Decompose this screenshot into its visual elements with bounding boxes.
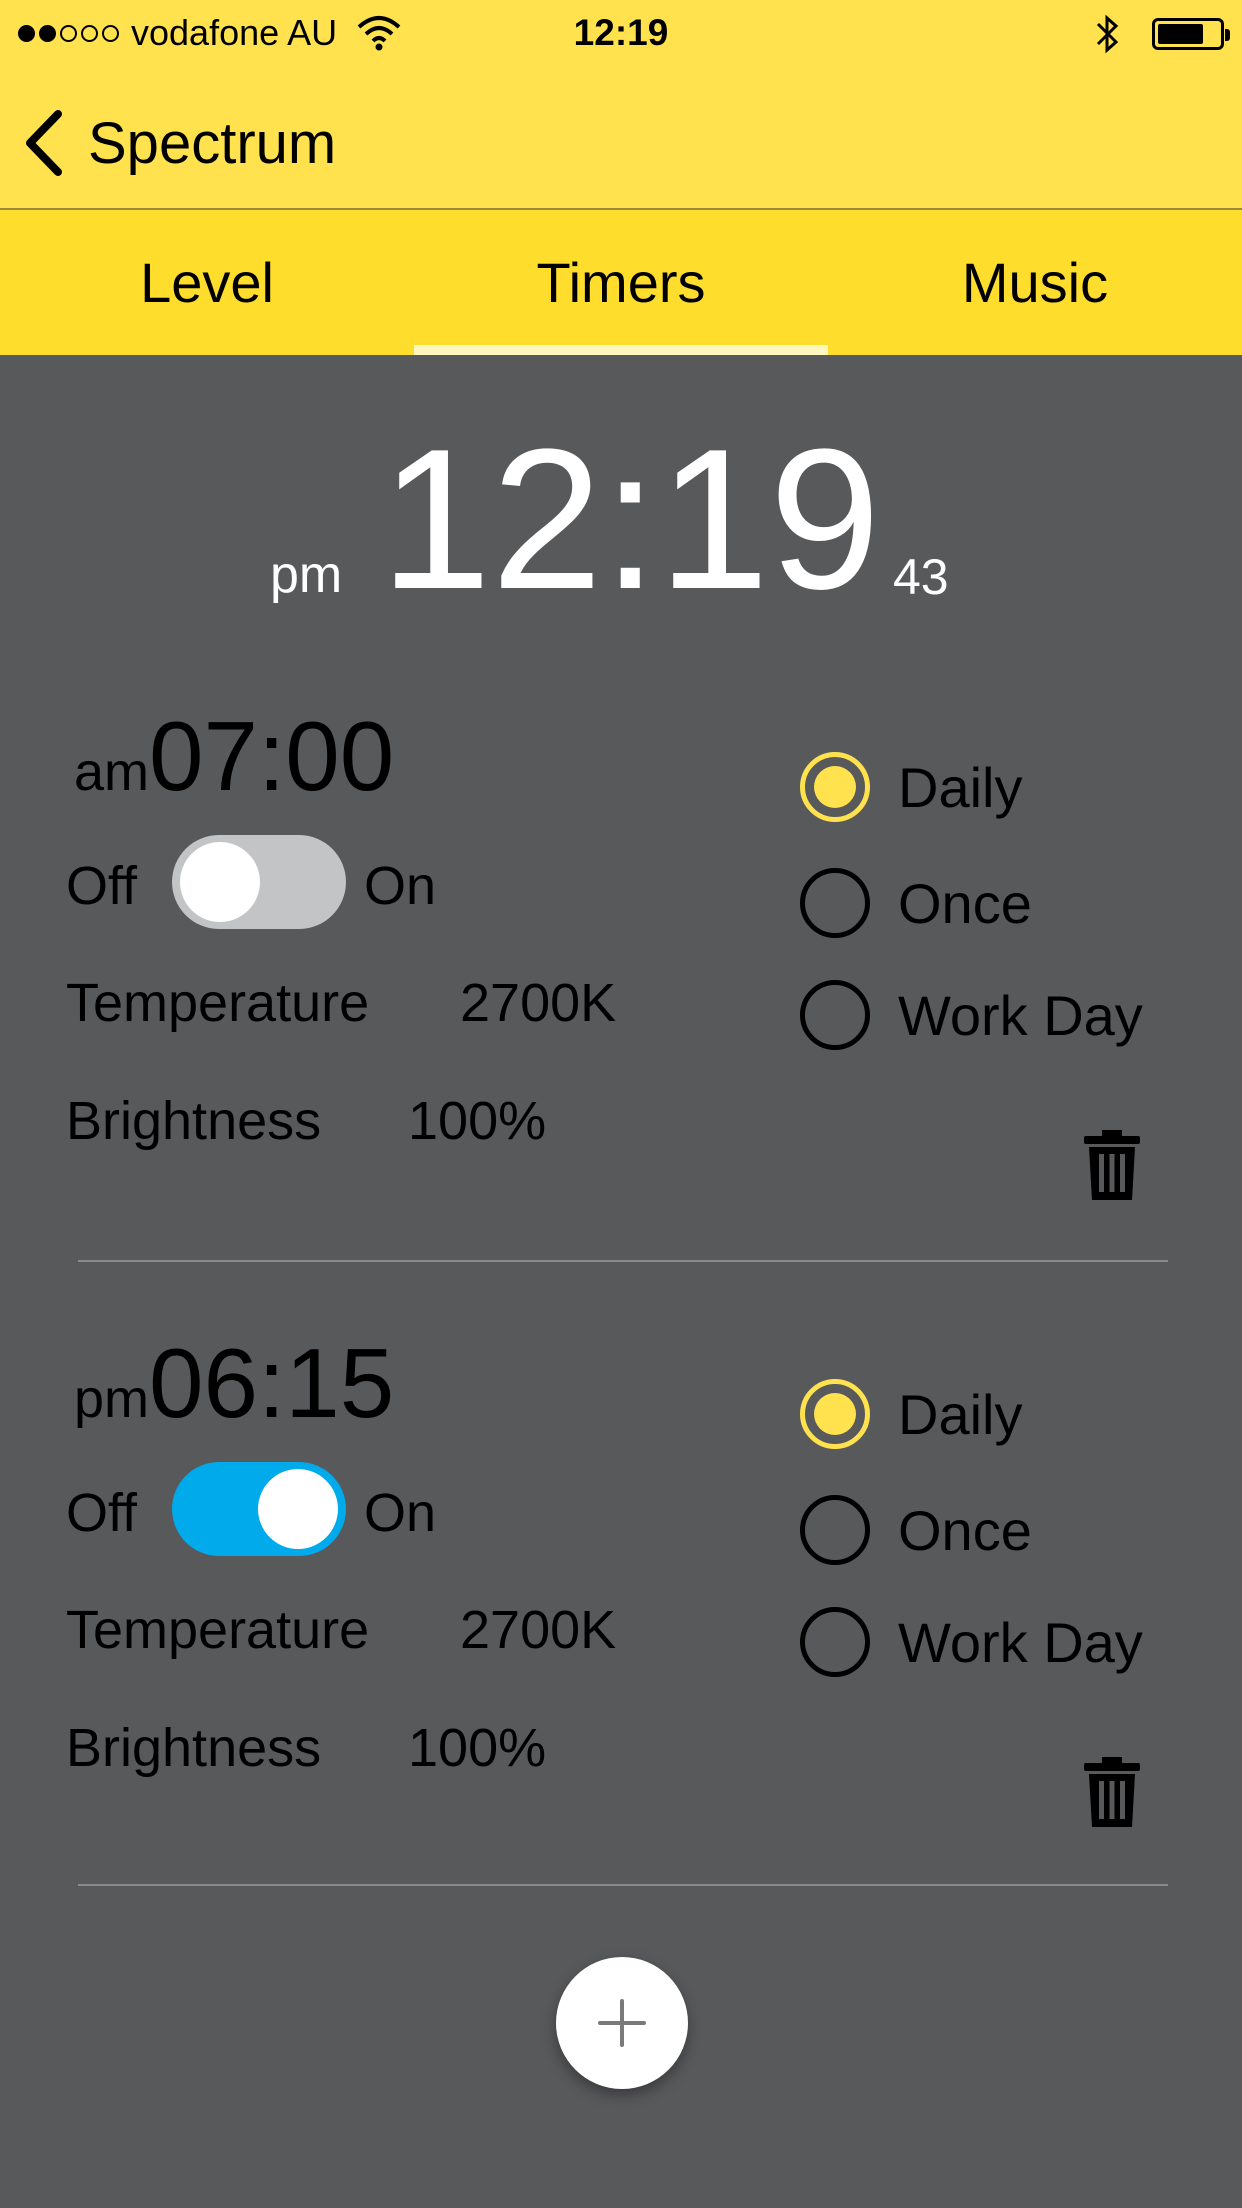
timer-ampm: am (74, 742, 150, 802)
radio-unselected[interactable] (800, 980, 870, 1050)
toggle-knob (180, 842, 260, 922)
radio-selected[interactable] (800, 752, 870, 822)
trash-icon[interactable] (1082, 1130, 1142, 1202)
timer-hour-minute: 06:15 (149, 1328, 395, 1438)
trash-icon[interactable] (1082, 1757, 1142, 1829)
option-label: Daily (898, 1382, 1023, 1446)
off-label: Off (66, 856, 138, 916)
brightness-label: Brightness (66, 1718, 322, 1778)
timer-card: pm06:15 Off On Temperature 2700K Brightn… (0, 1327, 1242, 1947)
tab-bar: Level Timers Music (0, 210, 1242, 355)
on-label: On (364, 856, 437, 916)
add-timer-button[interactable] (556, 1957, 688, 2089)
option-once[interactable]: Once (800, 868, 1032, 938)
toggle-knob (258, 1469, 338, 1549)
option-label: Once (898, 1498, 1032, 1562)
brightness-value[interactable]: 100% (408, 1717, 546, 1779)
nav-bar: Spectrum (0, 70, 1242, 210)
battery-tip (1225, 29, 1230, 41)
chevron-left-icon (26, 110, 62, 176)
radio-unselected[interactable] (800, 1607, 870, 1677)
option-label: Work Day (898, 1610, 1143, 1674)
timer-card: am07:00 Off On Temperature 2700K Brightn… (0, 700, 1242, 1320)
clock-ampm: pm (270, 546, 343, 604)
divider (78, 1884, 1168, 1886)
back-button[interactable]: Spectrum (20, 108, 336, 178)
clock-time: 12:19 (380, 408, 881, 631)
plus-icon (598, 1999, 646, 2047)
status-time: 12:19 (573, 12, 669, 53)
bluetooth-icon (1096, 14, 1119, 54)
status-right (1094, 12, 1230, 56)
option-daily[interactable]: Daily (800, 1379, 1022, 1449)
clock-seconds: 43 (893, 549, 949, 605)
tab-music[interactable]: Music (828, 210, 1242, 355)
tab-label: Timers (536, 251, 706, 314)
battery-icon (1152, 18, 1230, 50)
tab-label: Level (140, 251, 274, 314)
temperature-value[interactable]: 2700K (460, 972, 616, 1034)
current-clock: pm 12:19 43 (0, 400, 1242, 630)
option-work-day[interactable]: Work Day (800, 1607, 1143, 1677)
option-once[interactable]: Once (800, 1495, 1032, 1565)
tab-timers[interactable]: Timers (414, 210, 828, 355)
brightness-value[interactable]: 100% (408, 1090, 546, 1152)
radio-selected[interactable] (800, 1379, 870, 1449)
temperature-value[interactable]: 2700K (460, 1599, 616, 1661)
timer-hour-minute: 07:00 (149, 701, 395, 811)
timer-toggle[interactable] (172, 835, 346, 929)
option-label: Work Day (898, 983, 1143, 1047)
back-label: Spectrum (88, 110, 337, 176)
temperature-label: Temperature (66, 1600, 370, 1660)
off-label: Off (66, 1483, 138, 1543)
on-label: On (364, 1483, 437, 1543)
tab-label: Music (961, 251, 1109, 314)
status-bar: vodafone AU 12:19 (0, 0, 1242, 70)
brightness-label: Brightness (66, 1091, 322, 1151)
temperature-label: Temperature (66, 973, 370, 1033)
option-label: Once (898, 871, 1032, 935)
radio-unselected[interactable] (800, 1495, 870, 1565)
timer-time[interactable]: am07:00 (74, 700, 394, 813)
battery-level (1158, 24, 1203, 44)
option-work-day[interactable]: Work Day (800, 980, 1143, 1050)
tab-level[interactable]: Level (0, 210, 414, 355)
option-label: Daily (898, 755, 1023, 819)
timer-ampm: pm (74, 1369, 150, 1429)
divider (78, 1260, 1168, 1262)
radio-unselected[interactable] (800, 868, 870, 938)
option-daily[interactable]: Daily (800, 752, 1022, 822)
active-tab-indicator (414, 345, 828, 355)
timer-toggle[interactable] (172, 1462, 346, 1556)
timer-time[interactable]: pm06:15 (74, 1327, 394, 1440)
